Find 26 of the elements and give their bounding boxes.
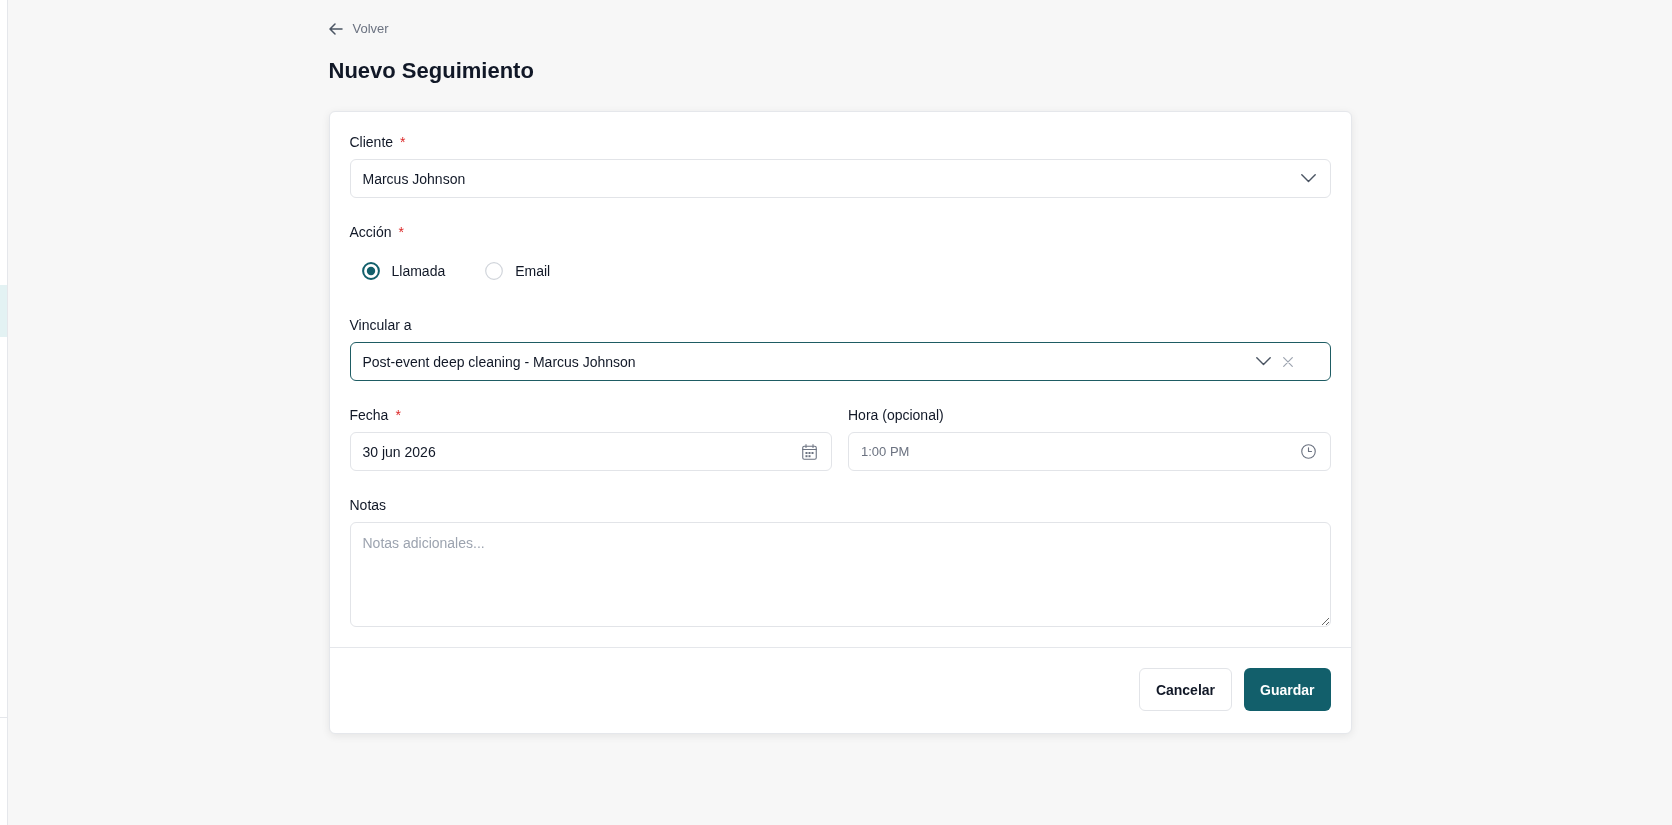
cancel-button[interactable]: Cancelar [1138,668,1233,711]
page-title: Nuevo Seguimiento [328,57,534,85]
client-select[interactable]: Marcus Johnson [349,159,1331,198]
link-select[interactable]: Post-event deep cleaning - Marcus Johnson [349,342,1331,381]
calendar-icon [802,443,817,460]
back-link[interactable]: Volver [328,19,389,39]
field-label: Hora (opcional) [848,406,944,425]
chevron-down-icon [1300,174,1316,183]
required-mark: * [398,223,404,242]
save-button[interactable]: Guardar [1244,668,1331,711]
close-icon [1282,356,1293,367]
field-label: Acción [349,223,392,242]
date-field[interactable]: 30 jun 2026 [349,432,832,471]
required-mark: * [400,133,406,152]
back-arrow-icon [328,23,343,35]
field-label: Cliente [349,133,394,152]
radio-option[interactable]: Llamada [361,261,446,281]
required-mark: * [395,406,401,425]
field-label: Vincular a [349,316,412,335]
radio-option[interactable]: Email [485,261,551,281]
field-label: Notas [349,496,387,515]
time-field[interactable]: 1:00 PM [848,432,1331,471]
clock-icon [1300,444,1316,459]
chevron-down-icon [1255,357,1271,366]
field-label: Fecha [349,406,389,425]
notes-field[interactable]: Notas adicionales... [349,522,1331,627]
